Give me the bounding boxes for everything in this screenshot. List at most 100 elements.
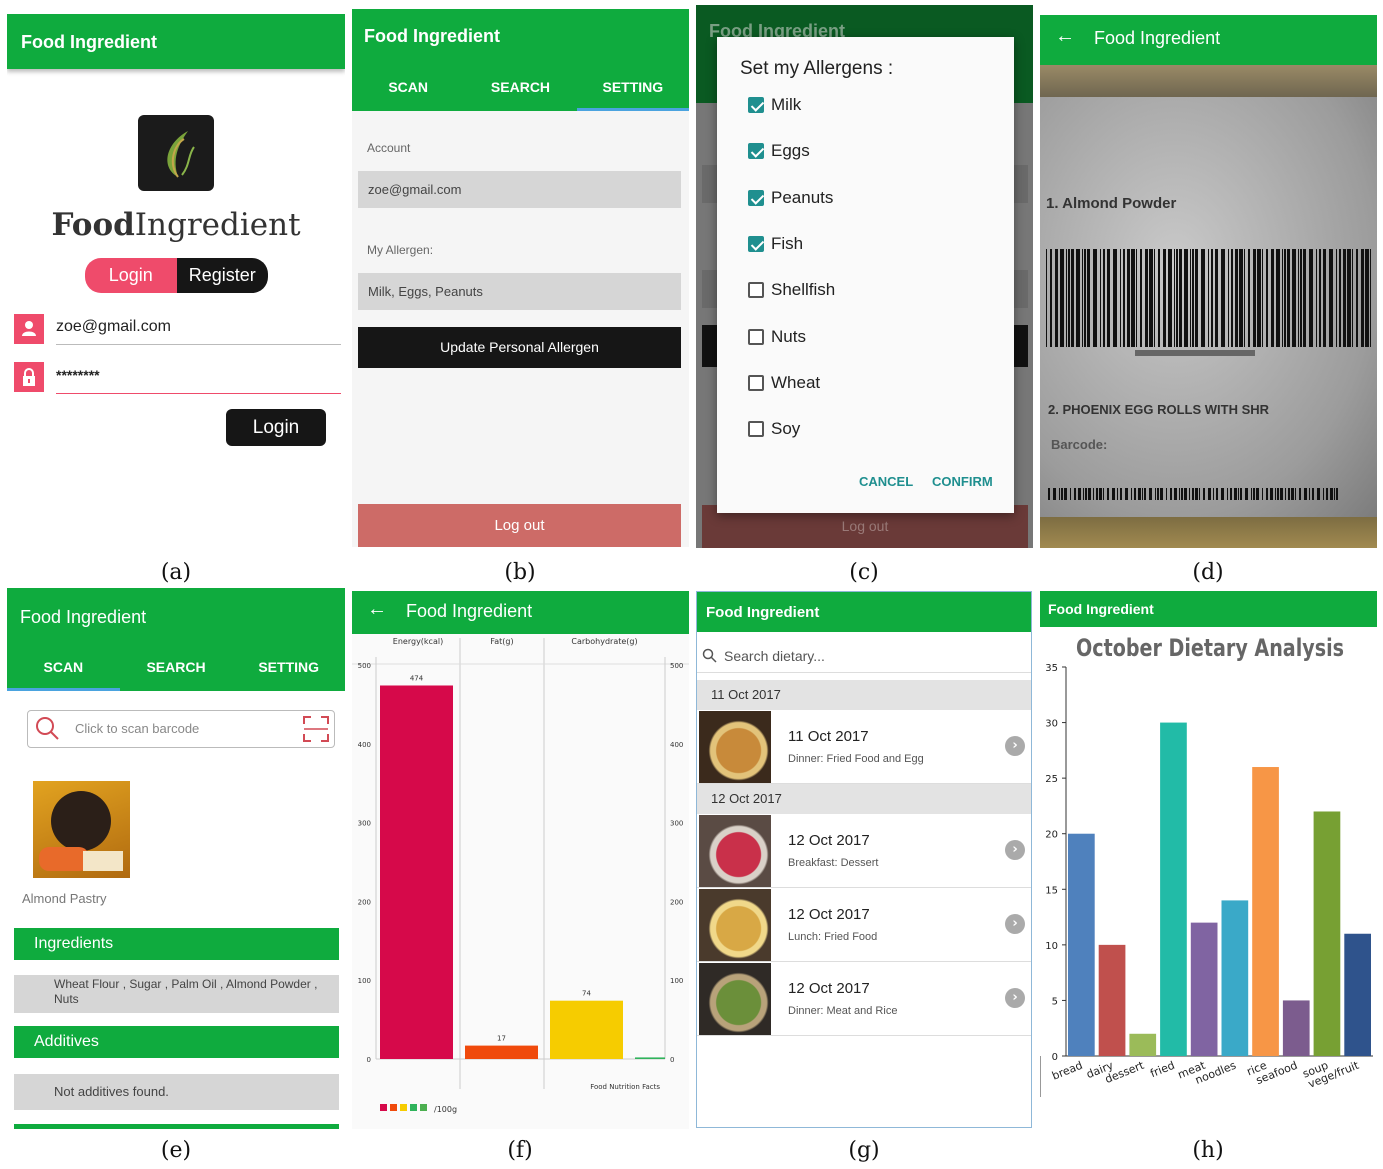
caption-d: (d)	[1192, 560, 1224, 585]
nutrition-bar	[635, 1057, 665, 1059]
allergen-label: Shellfish	[771, 280, 836, 300]
panel-a-login: Food Ingredient FoodIngredient Login Reg…	[7, 14, 345, 547]
entry-title: 12 Oct 2017	[788, 980, 870, 997]
allergen-label: Eggs	[771, 141, 810, 161]
category-bar	[1129, 1033, 1157, 1056]
caption-f: (f)	[507, 1138, 533, 1163]
y-tick-label-right: 100	[670, 977, 683, 985]
allergen-checkbox[interactable]	[748, 143, 764, 160]
next-section-header	[14, 1124, 339, 1129]
y-tick-label-left: 100	[358, 977, 371, 985]
cancel-button[interactable]: CANCEL	[859, 474, 913, 489]
allergen-checkbox[interactable]	[748, 421, 764, 438]
y-tick-label-right: 500	[670, 662, 683, 670]
date-group-header: 11 Oct 2017	[697, 680, 1031, 710]
barcode-graphic	[1046, 249, 1371, 356]
tab-search[interactable]: SEARCH	[120, 643, 233, 691]
category-bar	[1160, 722, 1187, 1056]
barcode-graphic-lower	[1048, 488, 1338, 500]
chevron-right-icon[interactable]: ›	[1005, 840, 1025, 860]
y-tick-label: 30	[1045, 719, 1058, 730]
allergen-label: My Allergen:	[367, 243, 434, 257]
allergen-checkbox[interactable]	[748, 97, 764, 113]
dietary-search-placeholder: Search dietary...	[724, 648, 825, 664]
legend-swatch	[380, 1104, 387, 1111]
allergen-checkbox[interactable]	[748, 189, 764, 206]
scan-line-2: 2. PHOENIX EGG ROLLS WITH SHR	[1048, 402, 1270, 417]
chevron-right-icon[interactable]: ›	[1005, 914, 1025, 934]
meal-photo	[699, 711, 771, 783]
email-field[interactable]: zoe@gmail.com	[56, 318, 341, 345]
y-tick-label-right: 0	[670, 1056, 674, 1064]
lock-icon	[14, 362, 44, 392]
caption-b: (b)	[504, 560, 536, 585]
allergen-checkbox[interactable]	[748, 328, 764, 345]
legend-swatch	[390, 1104, 397, 1111]
tab-scan[interactable]: SCAN	[352, 64, 464, 111]
caption-a: (a)	[160, 560, 192, 585]
y-tick-label-right: 400	[670, 741, 683, 749]
nutrition-bar-chart: Energy(kcal) Fat(g) Carbohydrate(g) 0 0 100 10…	[352, 634, 689, 1129]
legend-unit-label: /100g	[434, 1105, 457, 1114]
chevron-right-icon[interactable]: ›	[1005, 988, 1025, 1008]
login-button[interactable]: Login	[226, 409, 326, 446]
dietary-analysis-chart: October Dietary Analysis05101520253035br…	[1040, 634, 1373, 1097]
barcode-search-bar[interactable]: Click to scan barcode	[27, 710, 335, 748]
panel-e-scan-result: Food Ingredient SCAN SEARCH SETTING Clic…	[7, 588, 345, 1129]
ingredients-header: Ingredients	[14, 928, 339, 960]
tab-search[interactable]: SEARCH	[464, 64, 576, 111]
entry-subtitle: Lunch: Fried Food	[788, 931, 878, 943]
scan-frame-icon[interactable]	[302, 715, 330, 743]
y-tick-label: 5	[1052, 996, 1058, 1007]
app-title: Food Ingredient	[1094, 28, 1221, 48]
panel-c-allergen-dialog: Food Ingredient Log out Set my Allergens…	[696, 5, 1033, 548]
back-arrow-icon[interactable]: ←	[367, 598, 387, 621]
segment-register-tab[interactable]: Register	[176, 258, 268, 293]
date-group-header: 12 Oct 2017	[697, 784, 1031, 814]
app-bar: Food Ingredient	[1040, 591, 1377, 627]
entry-subtitle: Dinner: Fried Food and Egg	[788, 753, 924, 765]
entry-title: 12 Oct 2017	[788, 832, 870, 849]
password-field[interactable]: ********	[56, 367, 341, 394]
dietary-list-item[interactable]: 11 Oct 2017 Dinner: Fried Food and Egg ›	[697, 710, 1031, 784]
entry-title: 12 Oct 2017	[788, 906, 870, 923]
segment-login-tab[interactable]: Login	[85, 258, 177, 293]
app-logo	[138, 115, 214, 191]
tab-scan[interactable]: SCAN	[7, 643, 120, 691]
search-icon	[702, 648, 717, 663]
category-bar	[1190, 922, 1218, 1056]
allergen-dialog: Set my Allergens : Milk Eggs Peanuts Fish Sh…	[717, 37, 1014, 513]
dietary-search-bar[interactable]: Search dietary...	[697, 639, 1031, 673]
allergen-checkbox[interactable]	[748, 374, 764, 391]
app-title: Food Ingredient	[20, 607, 147, 627]
scan-line-3: Barcode:	[1051, 437, 1108, 452]
dietary-list-item[interactable]: 12 Oct 2017 Dinner: Meat and Rice ›	[697, 962, 1031, 1036]
chevron-right-icon[interactable]: ›	[1005, 736, 1025, 756]
additives-header: Additives	[14, 1026, 339, 1058]
confirm-button[interactable]: CONFIRM	[932, 474, 993, 489]
tab-bar: SCAN SEARCH SETTING	[7, 643, 345, 691]
update-allergen-button[interactable]: Update Personal Allergen	[358, 327, 681, 368]
tab-setting[interactable]: SETTING	[576, 64, 689, 111]
y-tick-label: 25	[1045, 774, 1058, 785]
logout-button[interactable]: Log out	[358, 504, 681, 547]
entry-subtitle: Breakfast: Dessert	[788, 857, 879, 869]
allergen-label: Fish	[771, 233, 804, 253]
column-header-label: Carbohydrate(g)	[571, 637, 637, 646]
camera-frame-bottom	[1040, 517, 1377, 548]
tab-setting[interactable]: SETTING	[232, 643, 345, 691]
app-bar: Food Ingredient	[7, 14, 345, 69]
allergen-label: Soy	[771, 419, 801, 439]
dietary-list-item[interactable]: 12 Oct 2017 Breakfast: Dessert ›	[697, 814, 1031, 888]
bar-value-label: 474	[410, 674, 424, 682]
allergen-checkbox[interactable]	[748, 282, 764, 299]
panel-h-dietary-analysis: Food Ingredient October Dietary Analysis…	[1040, 591, 1377, 1129]
app-bar: ← Food Ingredient	[1040, 15, 1377, 65]
category-bar	[1282, 1000, 1310, 1056]
dietary-list-item[interactable]: 12 Oct 2017 Lunch: Fried Food ›	[697, 888, 1031, 962]
auth-segment: Login Register	[85, 258, 268, 293]
allergen-checkbox[interactable]	[748, 235, 764, 252]
nutrition-bar	[465, 1045, 538, 1059]
back-arrow-icon[interactable]: ←	[1055, 25, 1075, 48]
caption-c: (c)	[849, 560, 879, 585]
